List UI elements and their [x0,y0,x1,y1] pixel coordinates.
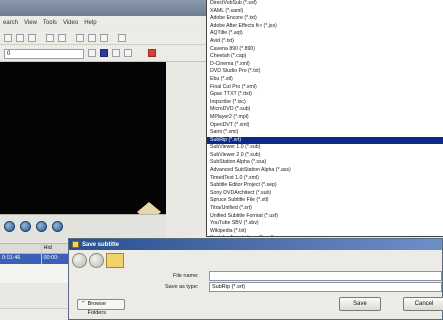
save-subtitle-dialog: Save subtitle File name: Save as type: S… [68,238,443,320]
stop-button[interactable] [36,221,47,232]
dropdown-option[interactable]: AQTitle (*.aqt) [207,30,443,38]
dropdown-option[interactable]: Spruce Subtitle File (*.stl) [207,197,443,205]
save-button[interactable]: Save [339,297,381,311]
toolbar-button[interactable] [88,49,96,57]
dropdown-option[interactable]: DirectVobSub (*.ssf) [207,0,443,8]
dropdown-option[interactable]: OpenDVT (*.xml) [207,122,443,130]
grid-cell: 0:01:46 [0,254,42,264]
menu-item-video[interactable]: Video [63,20,78,26]
dropdown-option[interactable]: Subtitle Editor Project (*.sep) [207,182,443,190]
dropdown-option[interactable]: Youtube Annotations (*.xml) [207,235,443,236]
dropdown-option[interactable]: Advanced SubStation Alpha (*.ass) [207,167,443,175]
dropdown-option[interactable]: D-Cinema (*.xml) [207,61,443,69]
toolbar-button[interactable] [28,34,36,42]
dropdown-option[interactable]: Adobe After Effects ft-r (*.jsx) [207,23,443,31]
dropdown-option[interactable]: Gpac TTXT (*.ttxt) [207,91,443,99]
fullscreen-button[interactable] [52,221,63,232]
save-as-type-dropdown-list: DirectVobSub (*.ssf) XAML (*.xaml) Adobe E… [206,0,443,237]
dropdown-option[interactable]: YouTube SBV (*.sbv) [207,220,443,228]
grid-header-cell[interactable] [0,244,42,253]
menu-item-tools[interactable]: Tools [43,20,57,26]
dropdown-option[interactable]: MicroDVD (*.sub) [207,106,443,114]
dropdown-option[interactable]: Ebu (*.stl) [207,76,443,84]
menu-item-search[interactable]: earch [3,20,18,26]
stop-icon[interactable] [100,49,108,57]
toolbar-button[interactable] [148,49,156,57]
dialog-title-bar: Save subtitle [69,239,442,250]
toolbar-button[interactable] [16,34,24,42]
file-name-label: File name: [173,273,199,279]
dropdown-option[interactable]: Titra/Unified (*.srt) [207,205,443,213]
dropdown-option[interactable]: TimedText 1.0 (*.xml) [207,175,443,183]
folder-icon[interactable] [106,253,124,268]
dropdown-option[interactable]: SubStation Alpha (*.ssa) [207,159,443,167]
dropdown-option[interactable]: SubRip (*.srt) [207,136,443,145]
save-as-type-label: Save as type: [165,284,199,290]
file-name-input[interactable] [209,271,442,281]
dropdown-option[interactable]: Unified Subtitle Format (*.usf) [207,213,443,221]
folder-icon [72,241,79,248]
dialog-nav [72,253,124,268]
dropdown-option[interactable]: Sami (*.smi) [207,129,443,137]
dialog-title: Save subtitle [82,241,120,248]
dropdown-option[interactable]: Cheetah (*.cap) [207,53,443,61]
toolbar-button[interactable] [124,49,132,57]
toolbar-button[interactable] [118,34,126,42]
toolbar-button[interactable] [58,34,66,42]
dropdown-option[interactable]: Adobe Encore (*.txt) [207,15,443,23]
frame-input[interactable]: 0 [4,49,84,59]
toolbar-button[interactable] [4,34,12,42]
dropdown-option[interactable]: Cavena 890 (*.890) [207,46,443,54]
toolbar-button[interactable] [112,49,120,57]
dropdown-option[interactable]: MPlayer2 (*.mpl) [207,114,443,122]
video-preview [0,62,166,236]
toolbar-button[interactable] [46,34,54,42]
main-window: earch View Tools Video Help 0 Hid 0:01:4… [0,0,443,320]
menu-item-help[interactable]: Help [84,20,96,26]
dropdown-option[interactable]: XAML (*.xaml) [207,8,443,16]
toolbar-button[interactable] [88,34,96,42]
forward-icon[interactable] [89,253,104,268]
back-icon[interactable] [72,253,87,268]
pause-button[interactable] [20,221,31,232]
dropdown-option[interactable]: Final Cut Pro (*.xml) [207,84,443,92]
browse-folders-label: Browse Folders [87,301,106,316]
menu-item-view[interactable]: View [24,20,37,26]
dropdown-option[interactable]: Wikipedia (*.txt) [207,228,443,236]
browse-folders-button[interactable]: ⌃ Browse Folders [77,299,125,316]
cancel-button[interactable]: Cancel [403,297,443,311]
dropdown-option[interactable]: Avid (*.txt) [207,38,443,46]
toolbar-button[interactable] [76,34,84,42]
save-as-type-select[interactable]: SubRip (*.srt) [209,282,442,292]
dropdown-option[interactable]: Sony DVDArchitect (*.sub) [207,190,443,198]
chevron-up-icon: ⌃ [81,301,86,307]
dropdown-option[interactable]: DVD Studio Pro (*.txt) [207,68,443,76]
play-button[interactable] [4,221,15,232]
dropdown-option[interactable]: SubViewer 2.0 (*.sub) [207,152,443,160]
dropdown-option[interactable]: Inqscribe (*.isc) [207,99,443,107]
toolbar-button[interactable] [100,34,108,42]
dropdown-option[interactable]: SubViewer 1.0 (*.sub) [207,144,443,152]
